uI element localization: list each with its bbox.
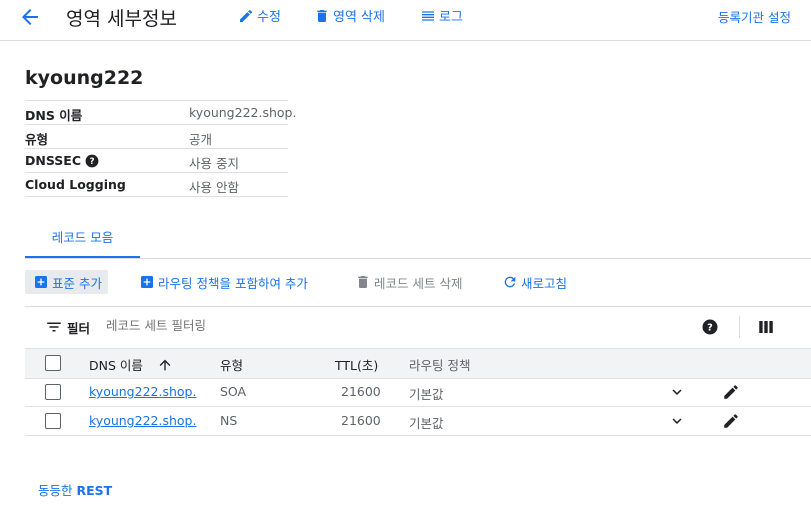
add-box-icon — [139, 274, 155, 290]
refresh-button[interactable]: 새로고침 — [502, 270, 567, 294]
zone-details: DNS 이름 kyoung222.shop. 유형 공개 DNSSEC ? 사용… — [25, 100, 296, 197]
sort-arrow-up-icon — [157, 357, 173, 373]
column-display-icon[interactable] — [757, 318, 775, 336]
column-header-ttl[interactable]: TTL(초) — [335, 355, 378, 374]
refresh-label: 새로고침 — [521, 275, 568, 291]
divider — [25, 306, 811, 307]
svg-text:?: ? — [707, 322, 713, 333]
edit-button[interactable]: 수정 — [238, 6, 281, 25]
add-standard-button[interactable]: 표준 추가 — [25, 270, 108, 294]
tab-bar: 레코드 모음 — [25, 226, 811, 259]
rest-label: REST — [76, 483, 113, 498]
help-icon[interactable]: ? — [701, 318, 719, 336]
dns-name-link[interactable]: kyoung222.shop. — [89, 413, 196, 428]
delete-record-set-label: 레코드 세트 삭제 — [374, 275, 463, 291]
detail-row-dns-name: DNS 이름 kyoung222.shop. — [25, 101, 296, 125]
detail-row-type: 유형 공개 — [25, 125, 288, 149]
delete-zone-button[interactable]: 영역 삭제 — [314, 6, 385, 25]
row-checkbox[interactable] — [45, 384, 61, 400]
tab-record-sets[interactable]: 레코드 모음 — [25, 226, 140, 258]
pencil-icon[interactable] — [722, 383, 740, 401]
record-type: SOA — [220, 384, 247, 399]
trash-icon — [355, 274, 371, 290]
add-standard-label: 표준 추가 — [52, 275, 102, 291]
routing-policy: 기본값 — [409, 416, 444, 431]
select-all-checkbox[interactable] — [45, 355, 61, 371]
detail-row-dnssec: DNSSEC ? 사용 중지 — [25, 149, 288, 173]
equivalent-rest-link[interactable]: 동등한 REST — [38, 480, 112, 499]
row-checkbox[interactable] — [45, 413, 61, 429]
refresh-icon — [502, 274, 518, 290]
back-arrow-icon[interactable] — [18, 5, 42, 29]
pencil-icon — [238, 8, 254, 24]
detail-value: 사용 안함 — [189, 180, 239, 195]
logs-button[interactable]: 로그 — [420, 6, 463, 25]
help-icon[interactable]: ? — [85, 154, 99, 168]
list-icon — [420, 8, 436, 24]
table-row: kyoung222.shop. SOA 21600 기본값 — [25, 378, 811, 407]
table-row: kyoung222.shop. NS 21600 기본값 — [25, 407, 811, 436]
add-with-routing-button[interactable]: 라우팅 정책을 포함하여 추가 — [139, 270, 308, 294]
filter-input[interactable] — [106, 318, 606, 333]
detail-row-cloud-logging: Cloud Logging 사용 안함 — [25, 173, 288, 197]
svg-text:?: ? — [89, 156, 94, 166]
column-label: DNS 이름 — [89, 358, 143, 373]
record-ttl: 21600 — [341, 384, 381, 399]
routing-policy: 기본값 — [409, 387, 444, 402]
detail-key: Cloud Logging — [25, 177, 126, 192]
detail-value: 사용 중지 — [189, 156, 239, 171]
detail-key: DNSSEC — [25, 153, 81, 168]
filter-label: 필터 — [67, 321, 91, 336]
page-title: 영역 세부정보 — [66, 8, 177, 30]
trash-icon — [314, 8, 330, 24]
add-with-routing-label: 라우팅 정책을 포함하여 추가 — [158, 275, 308, 291]
detail-value: 공개 — [189, 132, 213, 147]
detail-key: DNS 이름 — [25, 108, 83, 123]
table-header: DNS 이름 유형 TTL(초) 라우팅 정책 — [25, 348, 811, 379]
delete-zone-label: 영역 삭제 — [333, 10, 385, 25]
edit-label: 수정 — [257, 10, 281, 25]
detail-key-wrap: DNSSEC ? — [25, 153, 99, 168]
registrar-settings-link[interactable]: 등록기관 설정 — [718, 7, 791, 26]
dns-name-link[interactable]: kyoung222.shop. — [89, 384, 196, 399]
column-header-type[interactable]: 유형 — [220, 355, 243, 374]
top-bar: 영역 세부정보 수정 영역 삭제 로그 등록기관 설정 — [0, 0, 811, 41]
detail-key: 유형 — [25, 132, 49, 147]
record-ttl: 21600 — [341, 413, 381, 428]
logs-label: 로그 — [439, 10, 463, 25]
column-header-dns-name[interactable]: DNS 이름 — [89, 355, 173, 374]
record-type: NS — [220, 413, 238, 428]
filter-icon — [45, 318, 63, 336]
pencil-icon[interactable] — [722, 412, 740, 430]
chevron-down-icon[interactable] — [668, 383, 686, 401]
column-header-routing-policy[interactable]: 라우팅 정책 — [409, 355, 470, 374]
divider — [739, 316, 740, 338]
rest-prefix: 동등한 — [38, 483, 73, 498]
zone-name: kyoung222 — [25, 67, 144, 89]
delete-record-set-button[interactable]: 레코드 세트 삭제 — [355, 270, 462, 294]
detail-value: kyoung222.shop. — [189, 105, 297, 120]
add-box-icon — [33, 274, 49, 290]
chevron-down-icon[interactable] — [668, 412, 686, 430]
